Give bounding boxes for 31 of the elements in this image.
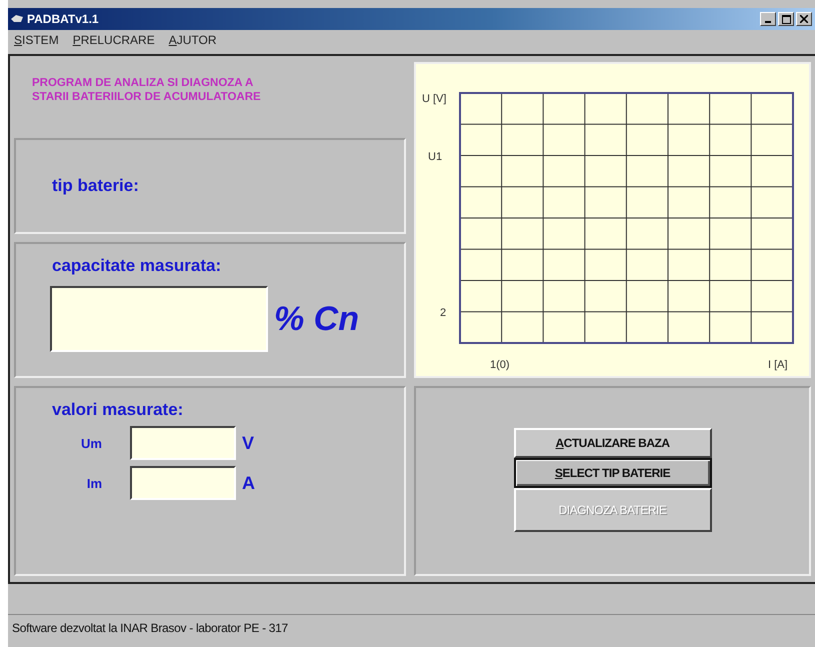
program-title: PROGRAM DE ANALIZA SI DIAGNOZA A (32, 76, 254, 90)
program-title: STARII BATERIILOR DE ACUMULATOARE (32, 90, 262, 104)
action-button[interactable]: ACTUALIZARE BAZA (514, 428, 712, 458)
close-button[interactable] (796, 12, 812, 26)
x-axis-label: I [A] (768, 358, 788, 370)
close-icon (800, 15, 808, 23)
y-tick-label: U1 (428, 150, 442, 162)
status-text: Software dezvoltat la INAR Brasov - laborator PE - 317 (12, 621, 288, 635)
window-title: PADBATv1.1 (27, 12, 99, 26)
capacity-label: capacitate masurata: (52, 256, 222, 275)
capacity-field[interactable] (50, 286, 268, 352)
maximize-button[interactable] (778, 12, 794, 26)
capacity-unit: % Cn (274, 300, 359, 338)
y-axis-label: U [V] (422, 92, 446, 104)
measured-values-label: valori masurate: (52, 400, 184, 419)
action-button[interactable]: SELECT TIP BATERIE (514, 458, 712, 488)
value-field[interactable] (130, 426, 236, 460)
minimize-button[interactable] (760, 12, 776, 26)
value-field[interactable] (130, 466, 236, 500)
unit-label: A (242, 472, 255, 494)
field-label: Um (80, 436, 103, 450)
maximize-icon (782, 14, 790, 24)
x-tick-label: 1(0) (490, 358, 510, 370)
app-icon (11, 14, 23, 24)
unit-label: V (242, 432, 254, 454)
menu-item[interactable]: AJUTOR (168, 33, 217, 47)
y-tick-label: 2 (440, 306, 446, 318)
field-label: Im (86, 476, 103, 490)
battery-type-label: tip baterie: (52, 176, 139, 195)
menu-item[interactable]: SISTEM (14, 33, 59, 47)
menu-item[interactable]: PRELUCRARE (72, 33, 155, 47)
